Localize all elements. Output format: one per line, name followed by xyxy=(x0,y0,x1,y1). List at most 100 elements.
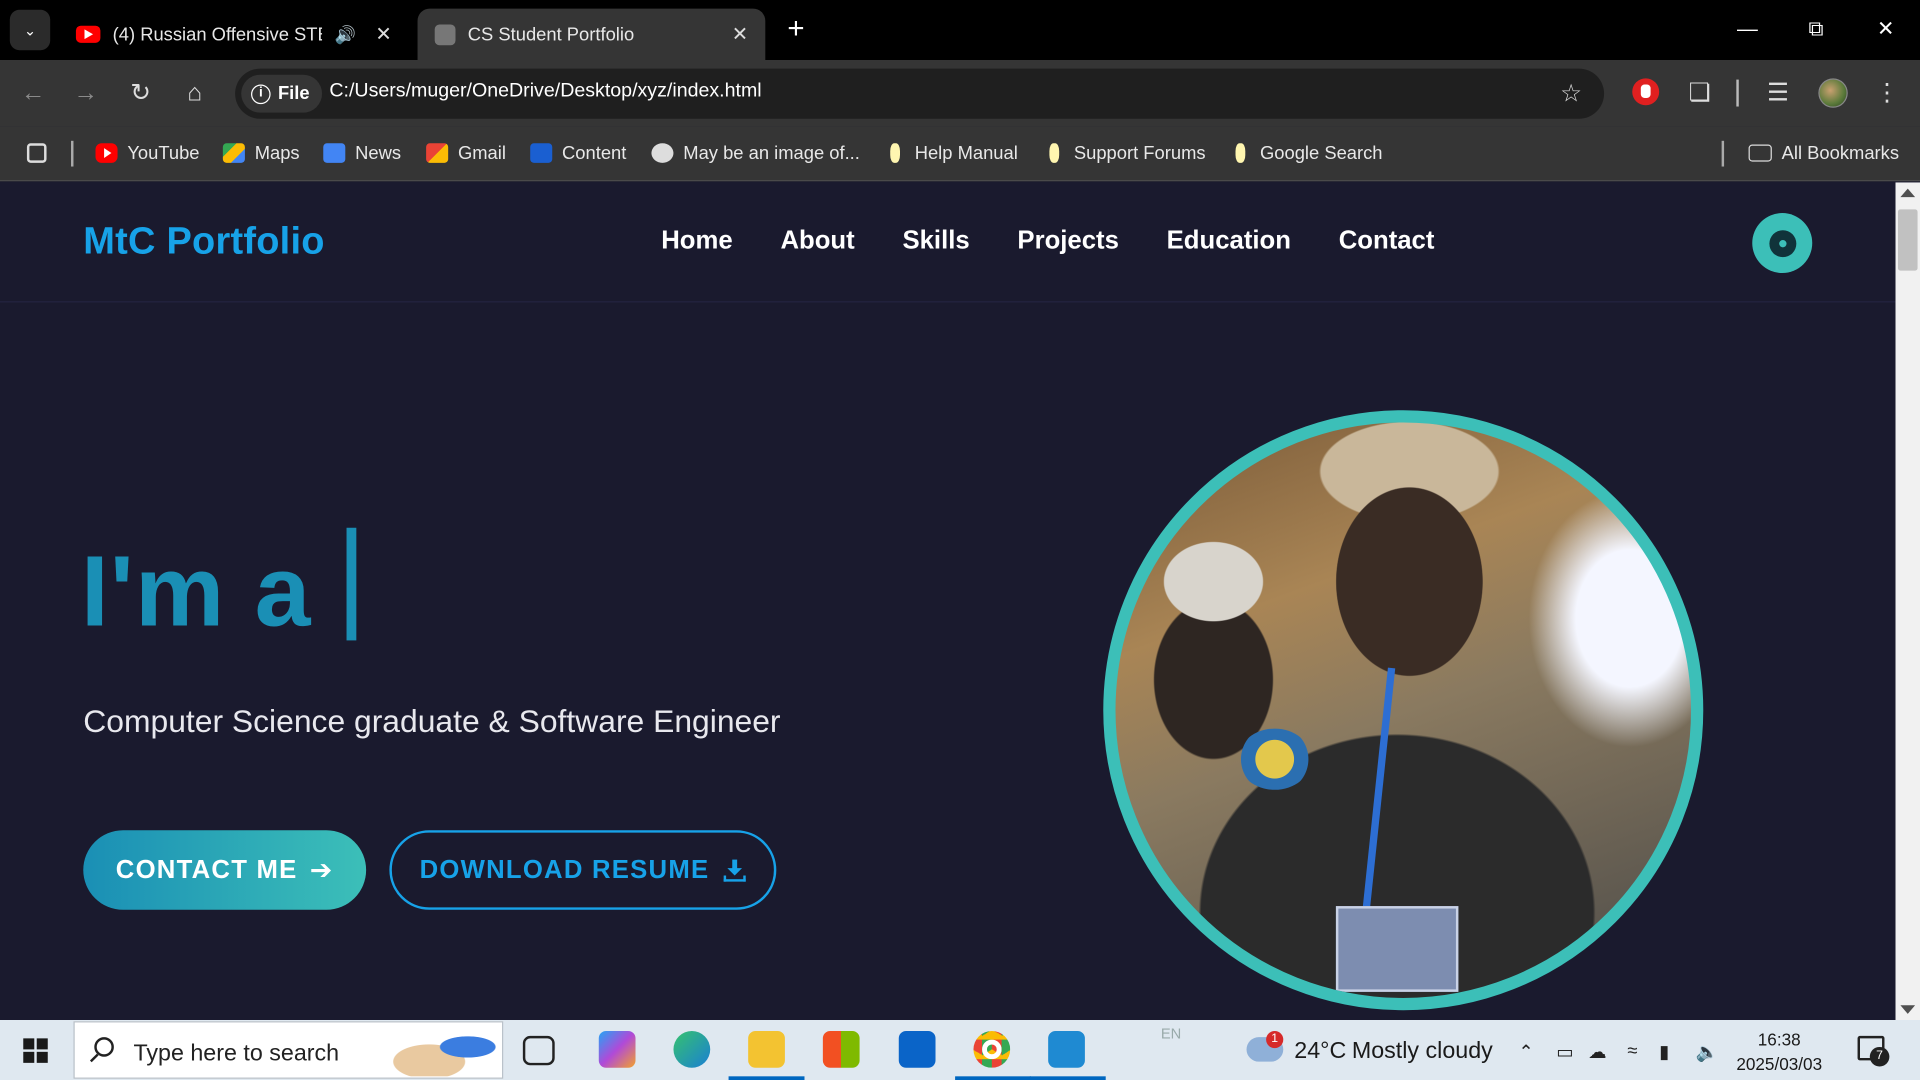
scroll-down-icon[interactable] xyxy=(1900,1005,1916,1014)
theme-toggle-button[interactable] xyxy=(1752,213,1813,274)
bookmark-youtube[interactable]: YouTube xyxy=(95,140,200,167)
download-icon xyxy=(724,858,747,882)
profile-avatar[interactable] xyxy=(1818,78,1848,108)
gear-icon xyxy=(1771,232,1794,255)
contact-me-label: CONTACT ME xyxy=(115,855,298,884)
scheme-label: File xyxy=(277,83,310,105)
temperature[interactable]: 24°C xyxy=(1294,1038,1346,1065)
forward-button[interactable]: → xyxy=(69,76,103,110)
bookmark-star-icon[interactable]: ☆ xyxy=(1560,78,1582,109)
system-clock[interactable]: 16:38 2025/03/03 xyxy=(1736,1027,1822,1076)
minimize-button[interactable]: — xyxy=(1729,12,1766,46)
search-placeholder: Type here to search xyxy=(133,1040,340,1067)
site-info-chip[interactable]: i File xyxy=(241,74,322,113)
bookmark-label: Content xyxy=(562,142,627,164)
nav-link-about[interactable]: About xyxy=(780,227,854,256)
ad-blocker-extension-icon[interactable] xyxy=(1632,78,1660,106)
search-icon xyxy=(94,1037,114,1057)
bookmark-support-forums[interactable]: Support Forums xyxy=(1049,140,1206,167)
bookmark-may-be-an-image[interactable]: May be an image of... xyxy=(651,140,860,167)
chrome-icon[interactable] xyxy=(973,1031,1011,1068)
nav-link-projects[interactable]: Projects xyxy=(1017,227,1118,256)
edge-icon[interactable] xyxy=(673,1031,711,1068)
contact-me-button[interactable]: CONTACT ME ➔ xyxy=(83,830,367,910)
microsoft-store-icon[interactable] xyxy=(822,1031,860,1068)
meet-now-icon[interactable]: ▭ xyxy=(1556,1041,1573,1063)
folder-icon xyxy=(1748,144,1772,162)
weather-condition[interactable]: Mostly cloudy xyxy=(1352,1038,1493,1065)
news-icon xyxy=(323,143,346,163)
language-indicator[interactable]: EN xyxy=(1161,1025,1181,1042)
reload-button[interactable]: ↻ xyxy=(124,76,158,110)
all-bookmarks-button[interactable]: All Bookmarks xyxy=(1748,140,1899,167)
bookmark-content[interactable]: Content xyxy=(530,140,626,167)
shirt-logo xyxy=(1237,728,1312,790)
home-button[interactable]: ⌂ xyxy=(178,76,212,110)
nav-link-education[interactable]: Education xyxy=(1167,227,1291,256)
address-bar[interactable]: i File C:/Users/muger/OneDrive/Desktop/x… xyxy=(235,68,1605,119)
media-controls-icon[interactable]: ☰ xyxy=(1761,76,1795,110)
bookmark-label: News xyxy=(355,142,402,164)
site-navbar: MtC Portfolio Home About Skills Projects… xyxy=(0,182,1896,303)
wifi-icon[interactable]: ≈ xyxy=(1627,1041,1637,1062)
apps-grid-icon xyxy=(26,143,47,163)
task-view-icon[interactable] xyxy=(522,1035,555,1066)
lanyard xyxy=(1362,667,1396,912)
back-button[interactable]: ← xyxy=(16,76,50,110)
copilot-icon[interactable] xyxy=(598,1031,636,1068)
search-highlight-art xyxy=(390,1027,501,1077)
portfolio-page: MtC Portfolio Home About Skills Projects… xyxy=(0,182,1896,1021)
show-hidden-icons-chevron-icon[interactable]: ⌃ xyxy=(1518,1041,1533,1063)
hero-prefix: I'm a xyxy=(80,536,312,648)
active-app-indicator xyxy=(1029,1076,1106,1080)
bookmark-news[interactable]: News xyxy=(323,140,401,167)
page-scrollbar[interactable] xyxy=(1895,182,1920,1021)
vscode-icon[interactable] xyxy=(1048,1031,1085,1068)
bookmark-help-manual[interactable]: Help Manual xyxy=(890,140,1018,167)
restore-button[interactable]: ⧉ xyxy=(1798,12,1835,46)
weather-badge: 1 xyxy=(1266,1031,1284,1049)
scroll-up-icon[interactable] xyxy=(1900,188,1916,198)
nav-link-skills[interactable]: Skills xyxy=(902,227,969,256)
download-resume-button[interactable]: DOWNLOAD RESUME xyxy=(389,830,777,910)
battery-icon[interactable]: ▮ xyxy=(1659,1041,1669,1063)
bookmark-label: YouTube xyxy=(127,142,200,164)
apps-grid-button[interactable] xyxy=(26,140,56,167)
maps-icon xyxy=(222,143,245,163)
clock-time: 16:38 xyxy=(1757,1029,1801,1050)
bookmark-gmail[interactable]: Gmail xyxy=(426,140,506,167)
menu-kebab-icon[interactable]: ⋮ xyxy=(1870,76,1904,110)
speaker-icon[interactable]: 🔊 xyxy=(334,24,355,45)
taskbar-search-box[interactable]: Type here to search xyxy=(73,1021,504,1079)
windows-start-button[interactable] xyxy=(23,1038,48,1063)
bulb-icon xyxy=(1235,143,1246,163)
bookmark-label: Gmail xyxy=(457,142,506,164)
gmail-icon xyxy=(426,143,449,163)
volume-icon[interactable]: 🔈 xyxy=(1696,1041,1719,1063)
bookmarks-divider xyxy=(1721,140,1725,167)
arrow-right-icon: ➔ xyxy=(309,854,334,885)
extensions-puzzle-icon[interactable]: ❏ xyxy=(1682,76,1716,110)
nav-link-home[interactable]: Home xyxy=(661,227,732,256)
url-text[interactable]: C:/Users/muger/OneDrive/Desktop/xyz/inde… xyxy=(329,81,761,103)
nav-link-contact[interactable]: Contact xyxy=(1339,227,1435,256)
bookmark-label: Maps xyxy=(254,142,300,164)
file-explorer-icon[interactable] xyxy=(748,1031,785,1068)
tab-youtube[interactable]: (4) Russian Offensive STEAM 🔊 ✕ xyxy=(59,9,409,60)
site-logo[interactable]: MtC Portfolio xyxy=(83,219,324,263)
tab-portfolio[interactable]: CS Student Portfolio ✕ xyxy=(417,8,766,61)
tab-search-button[interactable]: ⌄ xyxy=(9,9,51,51)
outlook-icon[interactable] xyxy=(898,1031,936,1068)
active-app-indicator xyxy=(728,1076,805,1080)
scrollbar-thumb[interactable] xyxy=(1897,209,1918,271)
close-window-button[interactable]: ✕ xyxy=(1867,12,1904,46)
bookmark-maps[interactable]: Maps xyxy=(222,140,300,167)
notification-count: 7 xyxy=(1869,1046,1890,1067)
content-icon xyxy=(530,143,553,163)
hero-heading: I'm a xyxy=(80,527,356,650)
onedrive-icon[interactable]: ☁ xyxy=(1588,1041,1606,1063)
close-tab-icon[interactable]: ✕ xyxy=(375,22,391,46)
close-tab-icon[interactable]: ✕ xyxy=(732,22,748,46)
bookmark-google-search[interactable]: Google Search xyxy=(1235,140,1383,167)
new-tab-button[interactable]: + xyxy=(779,13,813,47)
